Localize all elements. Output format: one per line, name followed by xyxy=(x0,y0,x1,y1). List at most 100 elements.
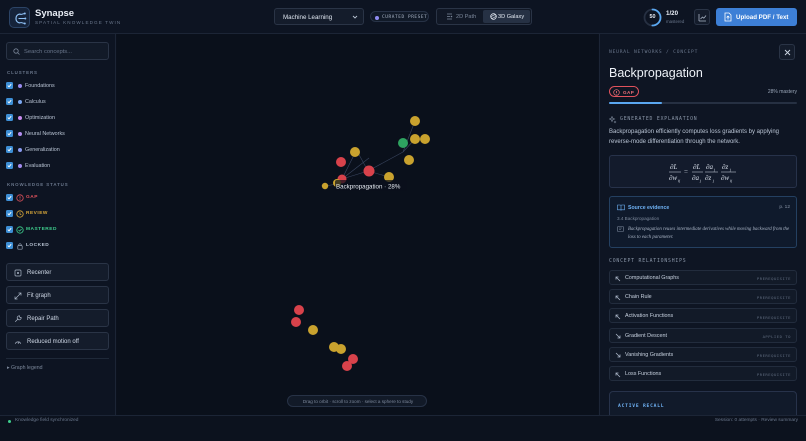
concept-node-gap[interactable] xyxy=(363,165,375,177)
svg-text:ij: ij xyxy=(678,178,681,183)
checkbox[interactable] xyxy=(6,162,13,169)
status-filter-item[interactable]: MASTERED xyxy=(6,225,110,235)
relationship-type: PREREQUISITE xyxy=(756,314,791,320)
status-filter-item[interactable]: LOCKED xyxy=(6,241,110,251)
check-icon xyxy=(7,211,12,216)
concept-node-review[interactable] xyxy=(350,147,360,157)
view-2d-path-button[interactable]: 2D Path xyxy=(439,10,483,23)
checkbox[interactable] xyxy=(6,242,13,249)
relationship-name: Computational Graphs xyxy=(625,275,679,281)
graph-legend-toggle[interactable]: ▸ Graph legend xyxy=(7,365,42,371)
cluster-filter-item[interactable]: Calculus xyxy=(6,97,110,107)
arrow-up-left-icon xyxy=(615,276,621,281)
chevron-down-icon xyxy=(352,15,358,19)
svg-text:∂L: ∂L xyxy=(693,163,700,171)
checkbox[interactable] xyxy=(6,210,13,217)
view-3d-label: 3D Galaxy xyxy=(498,13,525,20)
concept-node-review[interactable] xyxy=(308,325,318,335)
concept-node-mastered[interactable] xyxy=(398,138,408,148)
relationship-item[interactable]: Gradient Descent APPLIED TO xyxy=(609,327,797,343)
source-quote: Backpropagation reuses intermediate deri… xyxy=(628,226,790,240)
cluster-filter-item[interactable]: Neural Networks xyxy=(6,129,110,139)
svg-text:∂w: ∂w xyxy=(721,174,729,182)
crosshair-icon xyxy=(14,269,22,276)
repair-path-button[interactable]: Repair Path xyxy=(6,309,109,327)
wrench-icon xyxy=(14,315,22,322)
mastery-bar-fill xyxy=(609,102,662,104)
cluster-filter-item[interactable]: Optimization xyxy=(6,113,110,123)
formula-graphic: ∂L ∂w ij = ∂L ∂a j ∂a j ∂z j ∂z j ∂w ij xyxy=(669,163,736,183)
svg-text:∂a: ∂a xyxy=(692,174,699,182)
checkbox[interactable] xyxy=(6,130,13,137)
concept-node-gap[interactable] xyxy=(336,157,346,167)
cluster-label: Calculus xyxy=(25,98,46,105)
app-header: Synapse SPATIAL KNOWLEDGE TWIN Machine L… xyxy=(0,0,806,34)
relationship-item[interactable]: Loss Functions PREREQUISITE xyxy=(609,366,797,381)
relationship-item[interactable]: Chain Rule PREREQUISITE xyxy=(609,289,797,305)
status-filter-item[interactable]: REVIEW xyxy=(6,209,110,219)
arrow-down-right-icon xyxy=(615,353,621,358)
concept-node-review[interactable] xyxy=(336,344,346,354)
concept-node-gap[interactable] xyxy=(294,305,304,315)
upload-button[interactable]: Upload PDF / Text xyxy=(716,8,797,26)
svg-text:j: j xyxy=(712,178,715,183)
status-label: REVIEW xyxy=(26,211,48,216)
motion-icon xyxy=(14,340,22,344)
checkbox[interactable] xyxy=(6,114,13,121)
checkbox[interactable] xyxy=(6,82,13,89)
cluster-filter-item[interactable]: Generalization xyxy=(6,145,110,155)
cluster-filter-item[interactable]: Evaluation xyxy=(6,161,110,171)
concept-panel: NEURAL NETWORKS / CONCEPT Backpropagatio… xyxy=(599,34,806,415)
concept-node-gap[interactable] xyxy=(342,361,352,371)
generated-explanation-title: GENERATED EXPLANATION xyxy=(620,116,698,122)
dataset-select[interactable]: Machine Learning xyxy=(274,8,364,25)
sync-status-icon xyxy=(8,419,11,423)
close-panel-button[interactable] xyxy=(779,44,795,60)
status-label: MASTERED xyxy=(26,227,57,232)
curated-preset-badge: CURATED PRESET xyxy=(370,11,429,22)
relationship-item[interactable]: Activation Functions PREREQUISITE xyxy=(609,308,797,324)
relationship-name: Activation Functions xyxy=(625,313,674,320)
search-input[interactable] xyxy=(24,47,106,56)
check-icon xyxy=(7,163,12,168)
concept-node-review[interactable] xyxy=(321,182,329,190)
relationship-name: Gradient Descent xyxy=(625,332,667,339)
cluster-filter-item[interactable]: Foundations xyxy=(6,81,110,91)
concept-node-review[interactable] xyxy=(410,116,420,126)
check-icon xyxy=(7,147,12,152)
concept-node-gap[interactable] xyxy=(291,317,301,327)
active-recall-card[interactable]: ACTIVE RECALL xyxy=(609,391,797,415)
concept-node-review[interactable] xyxy=(404,155,414,165)
path-icon xyxy=(447,13,453,20)
cluster-label: Neural Networks xyxy=(25,130,65,137)
action-label: Reduced motion off xyxy=(27,338,79,345)
analytics-button[interactable] xyxy=(694,9,710,25)
relationship-item[interactable]: Vanishing Gradients PREREQUISITE xyxy=(609,346,797,362)
svg-text:∂L: ∂L xyxy=(670,163,677,171)
checkbox[interactable] xyxy=(6,194,13,201)
explanation-text: Backpropagation efficiently computes los… xyxy=(609,129,779,145)
checkbox[interactable] xyxy=(6,226,13,233)
checkbox[interactable] xyxy=(6,146,13,153)
concept-node-review[interactable] xyxy=(410,134,420,144)
checkbox[interactable] xyxy=(6,98,13,105)
arrow-up-left-icon xyxy=(615,372,621,377)
relationship-type: PREREQUISITE xyxy=(756,276,791,282)
reduced-motion-off-button[interactable]: Reduced motion off xyxy=(6,332,109,350)
check-icon xyxy=(7,99,12,104)
generated-explanation-header: GENERATED EXPLANATION xyxy=(608,115,697,126)
concept-node-review[interactable] xyxy=(420,134,430,144)
svg-text:j: j xyxy=(713,167,716,172)
recenter-button[interactable]: Recenter xyxy=(6,263,109,281)
knowledge-graph[interactable]: Backpropagation · 28% xyxy=(117,34,598,415)
relationship-name: Vanishing Gradients xyxy=(625,351,674,358)
cluster-swatch-icon xyxy=(18,84,22,88)
relationship-item[interactable]: Computational Graphs PREREQUISITE xyxy=(609,270,797,285)
fit-graph-button[interactable]: Fit graph xyxy=(6,286,109,304)
svg-text:∂w: ∂w xyxy=(669,174,677,182)
chain-rule-formula: ∂L ∂w ij = ∂L ∂a j ∂a j ∂z j ∂z j ∂w ij xyxy=(609,155,797,188)
graph-canvas[interactable]: Backpropagation · 28% xyxy=(117,34,598,415)
status-filter-item[interactable]: GAP xyxy=(6,193,110,203)
view-3d-galaxy-button[interactable]: 3D Galaxy xyxy=(483,10,530,23)
session-summary[interactable]: Session: 0 attempts · Review summary xyxy=(715,418,798,423)
